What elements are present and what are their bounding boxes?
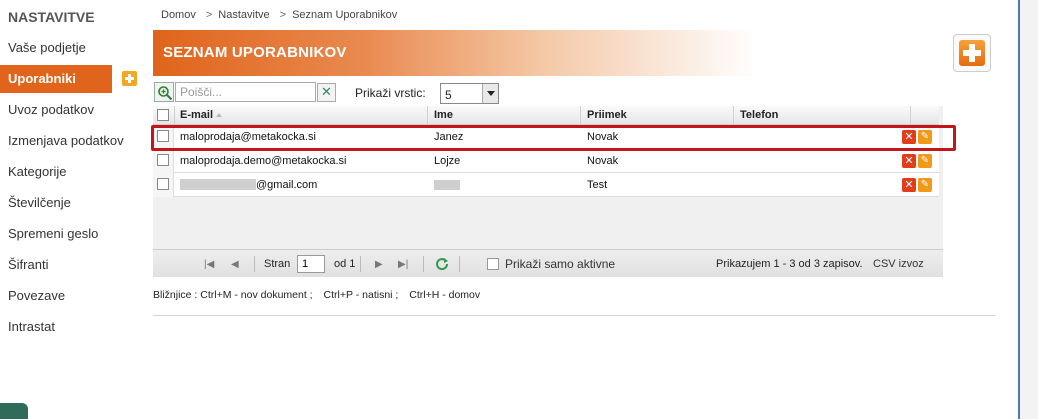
column-header-priimek[interactable]: Priimek (587, 109, 627, 121)
cell-priimek: Novak (587, 155, 619, 167)
shortcut-print: Ctrl+P - natisni ; (323, 289, 399, 301)
cell-email: maloprodaja.demo@metakocka.si (180, 155, 347, 167)
search-icon[interactable] (154, 82, 174, 102)
page-count-label: od 1 (334, 258, 356, 270)
record-count: Prikazujem 1 - 3 od 3 zapisov. (716, 258, 863, 270)
scroll-gutter[interactable] (1020, 0, 1038, 419)
sidebar: NASTAVITVE Vaše podjetje Uporabniki Uvoz… (0, 0, 145, 419)
prev-page-icon[interactable]: ◀ (231, 259, 239, 270)
refresh-icon[interactable] (434, 256, 450, 275)
page-label: Stran (264, 258, 291, 270)
add-user-button[interactable] (953, 34, 991, 72)
sidebar-item-intrastat[interactable]: Intrastat (0, 313, 140, 341)
first-page-icon[interactable]: |◀ (204, 259, 214, 270)
breadcrumb-current: Seznam Uporabnikov (292, 9, 398, 21)
redacted-name-block (434, 180, 460, 190)
delete-icon[interactable]: ✕ (902, 154, 916, 168)
pager: |◀ ◀ Stran od 1 ▶ ▶| Prikaži samo aktivn… (153, 249, 943, 277)
sidebar-item-sifranti[interactable]: Šifranti (0, 251, 140, 279)
rows-per-page-label: Prikaži vrstic: (355, 86, 426, 100)
only-active-checkbox[interactable] (487, 258, 499, 270)
only-active-label: Prikaži samo aktivne (505, 257, 616, 271)
breadcrumb-separator: > (279, 9, 287, 21)
shortcuts-bar: Bližnjice : Ctrl+M - nov dokument ; Ctrl… (153, 289, 488, 301)
breadcrumb: Domov > Nastavitve > Seznam Uporabnikov (161, 9, 401, 21)
sidebar-item-stevilcenje[interactable]: Številčenje (0, 189, 140, 217)
sidebar-item-spremeni-geslo[interactable]: Spremeni geslo (0, 220, 140, 248)
row-checkbox[interactable] (157, 178, 169, 190)
rows-per-page-select[interactable]: 5 (440, 83, 499, 104)
breadcrumb-separator: > (205, 9, 213, 21)
shortcut-home: Ctrl+H - domov (409, 289, 481, 301)
cell-email: @gmail.com (256, 179, 318, 191)
plus-icon (959, 40, 985, 66)
search-input[interactable] (175, 82, 316, 102)
sidebar-item-uvoz-podatkov[interactable]: Uvoz podatkov (0, 96, 140, 124)
edit-icon[interactable]: ✎ (918, 178, 932, 192)
page-title: SEZNAM UPORABNIKOV (163, 44, 347, 61)
clear-search-icon[interactable]: ✕ (317, 83, 336, 102)
row-checkbox[interactable] (157, 154, 169, 166)
breadcrumb-settings[interactable]: Nastavitve (218, 9, 269, 21)
csv-export-link[interactable]: CSV izvoz (873, 258, 924, 270)
table-row[interactable]: @gmail.com Test ✕ ✎ (153, 173, 939, 197)
sidebar-item-vase-podjetje[interactable]: Vaše podjetje (0, 34, 140, 62)
cell-priimek: Test (587, 179, 608, 191)
breadcrumb-home[interactable]: Domov (161, 9, 196, 21)
cell-ime: Lojze (434, 155, 461, 167)
edit-icon[interactable]: ✎ (918, 154, 932, 168)
sidebar-item-izmenjava-podatkov[interactable]: Izmenjava podatkov (0, 127, 140, 155)
bottom-corner-tab[interactable] (0, 403, 28, 419)
last-page-icon[interactable]: ▶| (398, 259, 408, 270)
chevron-down-icon (482, 84, 498, 103)
shortcut-new-document: Bližnjice : Ctrl+M - nov dokument ; (153, 289, 313, 301)
divider (153, 315, 996, 316)
column-header-telefon[interactable]: Telefon (740, 109, 778, 121)
next-page-icon[interactable]: ▶ (375, 259, 383, 270)
page-number-input[interactable] (297, 255, 325, 273)
column-header-email[interactable]: E-mail (180, 109, 213, 121)
sidebar-item-povezave[interactable]: Povezave (0, 282, 140, 310)
table-row[interactable]: maloprodaja.demo@metakocka.si Lojze Nova… (153, 149, 939, 173)
table-header: E-mail Ime Priimek Telefon (153, 106, 939, 125)
delete-icon[interactable]: ✕ (902, 178, 916, 192)
sidebar-item-kategorije[interactable]: Kategorije (0, 158, 140, 186)
sidebar-item-uporabniki[interactable]: Uporabniki (0, 65, 112, 93)
sort-arrow-icon (216, 113, 222, 117)
row-highlight-box (151, 125, 956, 151)
redacted-email-block (180, 179, 256, 190)
select-all-checkbox[interactable] (157, 109, 169, 121)
sidebar-title: NASTAVITVE (8, 9, 95, 25)
column-header-ime[interactable]: Ime (434, 109, 453, 121)
page-header: SEZNAM UPORABNIKOV (153, 30, 758, 76)
rows-per-page-value: 5 (445, 88, 452, 102)
add-user-icon[interactable] (122, 71, 137, 86)
